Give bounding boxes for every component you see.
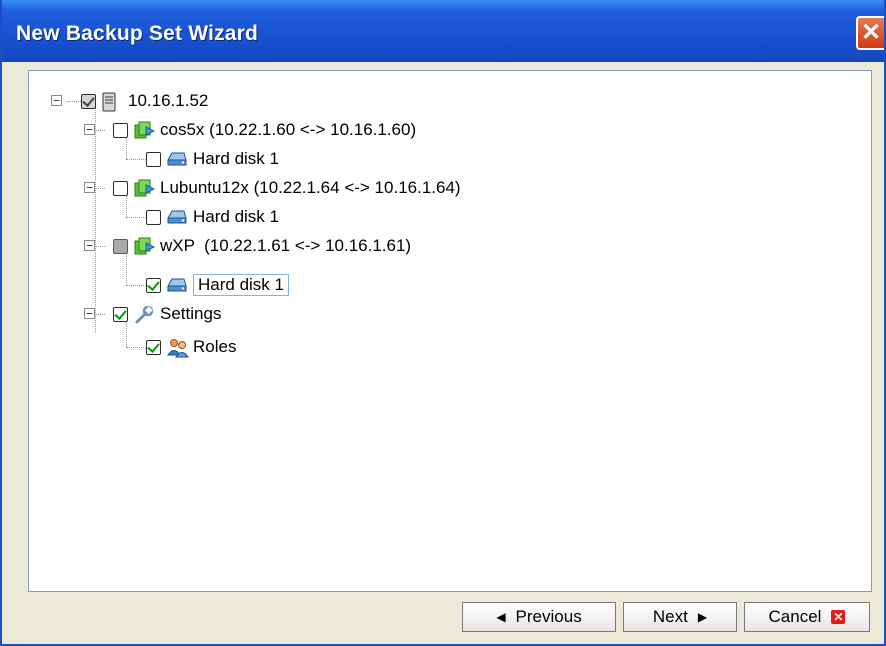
vm-checkbox[interactable]	[113, 180, 128, 196]
virtual-machine-icon	[134, 179, 156, 197]
vm-checkbox[interactable]	[113, 238, 128, 254]
arrow-left-icon: ◀	[496, 610, 506, 624]
title-bar[interactable]: New Backup Set Wizard ✕	[2, 0, 884, 62]
tree-connector	[95, 314, 105, 315]
vm-label: Lubuntu12x (10.22.1.64 <-> 10.16.1.64)	[160, 178, 461, 197]
tree-node-vm[interactable]: cos5x (10.22.1.60 <-> 10.16.1.60)	[113, 118, 416, 142]
disk-checkbox[interactable]	[146, 277, 161, 293]
tree-node-disk[interactable]: Hard disk 1	[146, 205, 279, 229]
collapse-toggle[interactable]: −	[51, 95, 62, 106]
tree-node-host[interactable]: 10.16.1.52	[81, 89, 208, 113]
window-title: New Backup Set Wizard	[16, 22, 259, 45]
users-icon	[167, 338, 189, 358]
tree-connector	[95, 246, 105, 247]
virtual-machine-icon	[134, 121, 156, 139]
collapse-toggle[interactable]: −	[84, 240, 95, 251]
backup-source-tree: − − − − − 10.16.1.52 cos5x (10.22.1.60 <…	[28, 70, 872, 592]
disk-label: Hard disk 1	[193, 207, 279, 226]
tree-connector	[126, 217, 146, 218]
vm-checkbox[interactable]	[113, 122, 128, 138]
host-label: 10.16.1.52	[128, 91, 209, 110]
server-icon	[102, 92, 122, 112]
virtual-machine-icon	[134, 237, 156, 255]
disk-label-selected: Hard disk 1	[193, 274, 289, 296]
hard-disk-icon	[167, 150, 187, 168]
previous-button-label: Previous	[515, 607, 582, 626]
cancel-button[interactable]: Cancel ✕	[744, 602, 870, 632]
wizard-window: New Backup Set Wizard ✕ − − − − − 10.16.…	[0, 0, 886, 646]
tree-connector	[67, 101, 81, 102]
next-button-label: Next	[652, 607, 688, 626]
tree-node-vm[interactable]: wXP (10.22.1.61 <-> 10.16.1.61)	[113, 234, 411, 258]
vm-label: cos5x (10.22.1.60 <-> 10.16.1.60)	[160, 120, 417, 139]
cancel-button-label: Cancel	[768, 607, 822, 626]
vm-label: wXP (10.22.1.61 <-> 10.16.1.61)	[160, 236, 412, 255]
tree-node-vm[interactable]: Lubuntu12x (10.22.1.64 <-> 10.16.1.64)	[113, 176, 461, 200]
settings-checkbox[interactable]	[113, 306, 128, 322]
settings-label: Settings	[160, 304, 222, 323]
collapse-toggle[interactable]: −	[84, 308, 95, 319]
tree-connector	[95, 188, 105, 189]
disk-checkbox[interactable]	[146, 209, 161, 225]
tree-node-roles[interactable]: Roles	[146, 335, 236, 359]
host-checkbox[interactable]	[81, 93, 96, 109]
tree-connector	[126, 159, 146, 160]
roles-checkbox[interactable]	[146, 339, 161, 355]
close-icon: ✕	[860, 19, 882, 46]
wrench-icon	[134, 305, 154, 324]
hard-disk-icon	[167, 208, 187, 226]
collapse-toggle[interactable]: −	[84, 182, 95, 193]
next-button[interactable]: Next ▶	[623, 602, 737, 632]
tree-connector	[126, 347, 146, 348]
disk-label: Hard disk 1	[193, 149, 279, 168]
tree-node-settings[interactable]: Settings	[113, 302, 221, 326]
disk-checkbox[interactable]	[146, 151, 161, 167]
cancel-x-icon: ✕	[831, 610, 846, 624]
tree-connector	[95, 107, 96, 333]
tree-connector	[126, 285, 146, 286]
close-button[interactable]: ✕	[856, 16, 884, 50]
tree-connector	[95, 130, 105, 131]
collapse-toggle[interactable]: −	[84, 124, 95, 135]
previous-button[interactable]: ◀ Previous	[462, 602, 616, 632]
arrow-right-icon: ▶	[697, 610, 708, 624]
tree-node-disk[interactable]: Hard disk 1	[146, 147, 279, 171]
hard-disk-icon	[167, 276, 187, 294]
roles-label: Roles	[193, 337, 237, 356]
tree-node-disk[interactable]: Hard disk 1	[146, 273, 289, 297]
